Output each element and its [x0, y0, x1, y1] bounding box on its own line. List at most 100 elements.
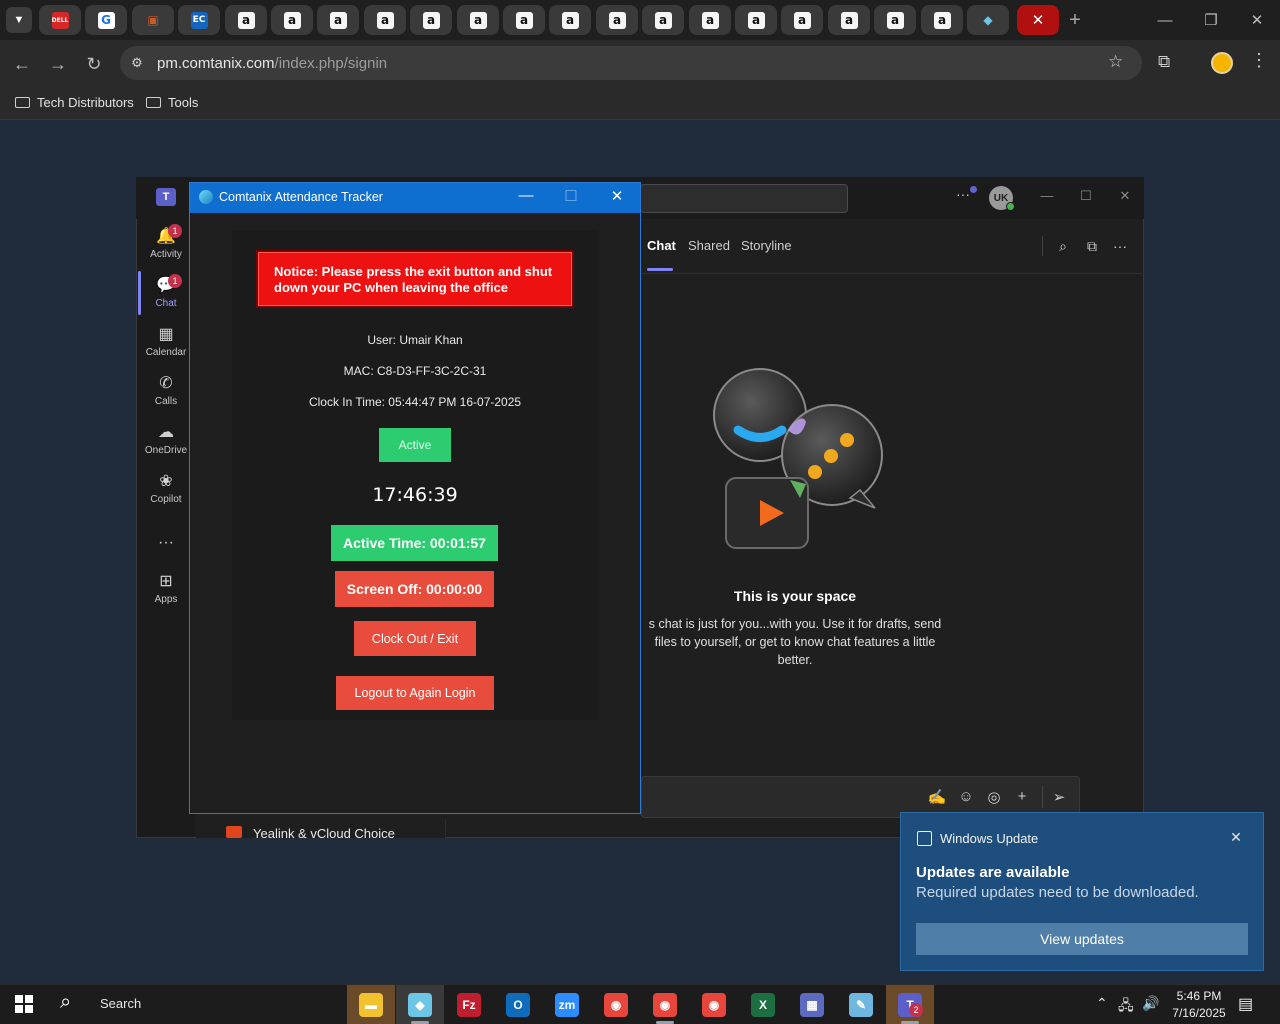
rail-item-onedrive[interactable]: ☁ OneDrive: [137, 416, 195, 462]
logout-button[interactable]: Logout to Again Login: [336, 676, 494, 710]
extensions-icon[interactable]: ⧉: [1158, 52, 1170, 72]
browser-close-button[interactable]: ✕: [1242, 8, 1272, 32]
browser-tab[interactable]: a: [781, 5, 823, 35]
package-icon: ▣: [147, 13, 159, 27]
chat-search-icon[interactable]: ⌕: [1053, 238, 1073, 255]
rail-item-more[interactable]: ···: [137, 520, 195, 566]
yealink-icon: [226, 826, 242, 838]
toast-close-icon[interactable]: ✕: [1228, 829, 1244, 846]
rail-item-apps[interactable]: ⊞ Apps: [137, 565, 195, 611]
tab-search-button[interactable]: ▼: [6, 7, 32, 33]
taskbar-app[interactable]: zm: [543, 985, 591, 1024]
browser-restore-button[interactable]: ❐: [1196, 8, 1226, 32]
teams-maximize-button[interactable]: ☐: [1076, 188, 1096, 204]
site-info-icon[interactable]: ⚙: [128, 54, 146, 72]
browser-tab[interactable]: a: [642, 5, 684, 35]
tab-chat[interactable]: Chat: [647, 238, 676, 253]
teams-minimize-button[interactable]: —: [1037, 188, 1057, 203]
browser-tab[interactable]: ▣: [132, 5, 174, 35]
chat-header-divider: [641, 273, 1144, 274]
browser-tab[interactable]: G: [85, 5, 127, 35]
windows-start-icon[interactable]: [15, 995, 33, 1013]
taskbar-search-label[interactable]: Search: [100, 996, 141, 1011]
toast-body: Required updates need to be downloaded.: [916, 884, 1199, 901]
teams-search-input[interactable]: [640, 184, 848, 213]
taskbar-clock[interactable]: 5:46 PM 7/16/2025: [1160, 988, 1238, 1022]
taskbar-app[interactable]: X: [739, 985, 787, 1024]
taskbar-app[interactable]: ◆: [396, 985, 444, 1024]
browser-tab[interactable]: DELL: [39, 5, 81, 35]
browser-tab[interactable]: a: [689, 5, 731, 35]
user-label: User: Umair Khan: [367, 333, 463, 347]
browser-minimize-button[interactable]: —: [1150, 8, 1180, 32]
reload-button[interactable]: ↻: [81, 51, 107, 77]
taskbar-app[interactable]: Fz: [445, 985, 493, 1024]
taskbar-app[interactable]: ▦: [788, 985, 836, 1024]
bookmark-tech-distributors[interactable]: Tech Distributors: [15, 92, 134, 112]
loop-icon[interactable]: ◎: [984, 788, 1004, 806]
amazon-icon: a: [933, 11, 951, 29]
excel-icon: X: [751, 992, 775, 1017]
rail-item-calls[interactable]: ✆ Calls: [137, 367, 195, 413]
tray-overflow-icon[interactable]: ⌃: [1096, 995, 1108, 1012]
tracker-close-button[interactable]: ✕: [602, 187, 632, 205]
back-button[interactable]: ←: [9, 51, 35, 77]
browser-tab-active[interactable]: ✕: [1017, 5, 1059, 35]
taskbar-app[interactable]: O: [494, 985, 542, 1024]
new-tab-button[interactable]: +: [1062, 7, 1088, 33]
tracker-title: Comtanix Attendance Tracker: [219, 190, 383, 204]
teams-more-icon[interactable]: ···: [956, 186, 970, 202]
taskbar-app[interactable]: ◉: [690, 985, 738, 1024]
browser-tab[interactable]: a: [225, 5, 267, 35]
search-icon[interactable]: ⌕: [60, 991, 71, 1014]
rail-item-chat[interactable]: 💬 Chat: [137, 269, 195, 315]
chat-list-item-label[interactable]: Yealink & vCloud Choice: [253, 826, 395, 841]
chat-more-icon[interactable]: ···: [1110, 238, 1130, 254]
browser-tab[interactable]: a: [596, 5, 638, 35]
volume-icon[interactable]: 🔊: [1142, 995, 1159, 1012]
browser-tab[interactable]: a: [828, 5, 870, 35]
format-icon[interactable]: ✍: [927, 788, 947, 806]
tab-storyline[interactable]: Storyline: [741, 238, 792, 253]
tracker-minimize-button[interactable]: —: [511, 187, 541, 204]
taskbar-app[interactable]: ▬: [347, 985, 395, 1024]
taskbar-app[interactable]: ◉: [641, 985, 689, 1024]
rail-item-label: OneDrive: [144, 444, 188, 456]
rail-item-copilot[interactable]: ❀ Copilot: [137, 465, 195, 511]
view-updates-button[interactable]: View updates: [916, 923, 1248, 955]
bookmark-tools[interactable]: Tools: [146, 92, 198, 112]
browser-tab[interactable]: a: [503, 5, 545, 35]
taskbar-app[interactable]: ✎: [837, 985, 885, 1024]
send-icon[interactable]: ➢: [1049, 788, 1069, 806]
browser-tab[interactable]: ◆: [967, 5, 1009, 35]
profile-avatar[interactable]: [1211, 52, 1233, 74]
notification-center-icon[interactable]: ▤: [1238, 994, 1253, 1014]
url-text[interactable]: pm.comtanix.com/index.php/signin: [157, 55, 387, 72]
tracker-app-icon: [199, 190, 213, 204]
browser-tab[interactable]: a: [410, 5, 452, 35]
rail-item-calendar[interactable]: ▦ Calendar: [137, 318, 195, 364]
browser-tab[interactable]: a: [921, 5, 963, 35]
tab-shared[interactable]: Shared: [688, 238, 730, 253]
filezilla-icon: Fz: [457, 992, 481, 1017]
taskbar-app[interactable]: ◉: [592, 985, 640, 1024]
browser-tab[interactable]: a: [317, 5, 359, 35]
popout-icon[interactable]: ⧉: [1082, 238, 1102, 255]
browser-tab[interactable]: a: [874, 5, 916, 35]
forward-button[interactable]: →: [45, 51, 71, 77]
browser-menu-icon[interactable]: ⋮: [1250, 50, 1268, 71]
browser-tab[interactable]: EC: [178, 5, 220, 35]
teams-close-button[interactable]: ✕: [1115, 188, 1135, 204]
bookmark-star-icon[interactable]: ☆: [1108, 52, 1123, 72]
network-icon[interactable]: 🖧: [1118, 995, 1134, 1019]
browser-tab[interactable]: a: [457, 5, 499, 35]
amazon-icon: a: [701, 11, 719, 29]
rail-item-activity[interactable]: 🔔 Activity: [137, 220, 195, 266]
clock-out-exit-button[interactable]: Clock Out / Exit: [354, 621, 476, 656]
browser-tab[interactable]: a: [271, 5, 313, 35]
browser-tab[interactable]: a: [549, 5, 591, 35]
browser-tab[interactable]: a: [735, 5, 777, 35]
browser-tab[interactable]: a: [364, 5, 406, 35]
attach-plus-icon[interactable]: +: [1012, 788, 1032, 805]
emoji-icon[interactable]: ☺: [956, 788, 976, 805]
